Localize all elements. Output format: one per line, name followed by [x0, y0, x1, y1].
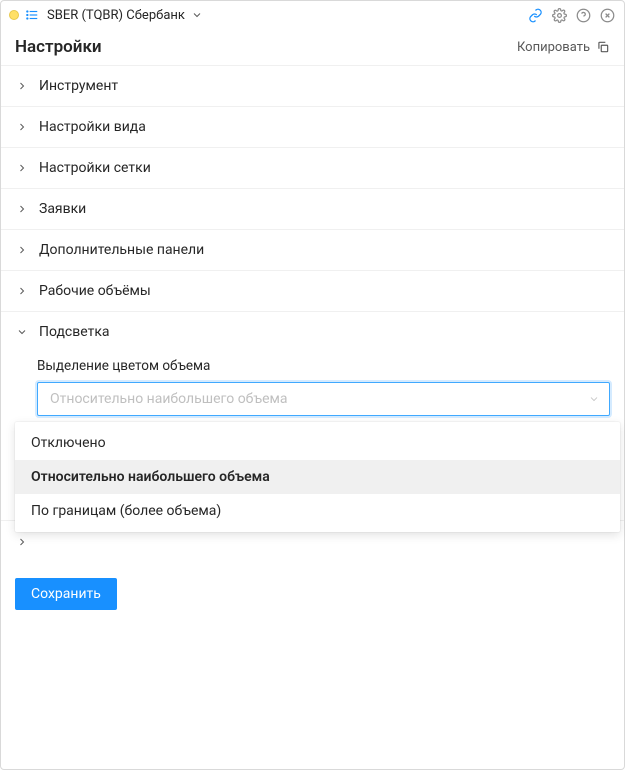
section-label: Инструмент	[39, 78, 118, 94]
select-dropdown: Отключено Относительно наибольшего объем…	[15, 422, 620, 532]
section-header[interactable]: Рабочие объёмы	[1, 271, 624, 311]
save-button[interactable]: Сохранить	[15, 578, 117, 610]
section-header[interactable]: Настройки вида	[1, 107, 624, 147]
section-label: Настройки вида	[39, 119, 146, 135]
field-label: Выделение цветом объема	[37, 358, 610, 374]
chevron-down-icon	[588, 393, 600, 405]
section-working-volumes: Рабочие объёмы	[1, 270, 624, 311]
chevron-right-icon	[15, 162, 29, 174]
section-header[interactable]: Инструмент	[1, 66, 624, 106]
section-header[interactable]: Подсветка	[1, 312, 624, 352]
section-grid-settings: Настройки сетки	[1, 147, 624, 188]
section-orders: Заявки	[1, 188, 624, 229]
chevron-right-icon	[15, 80, 29, 92]
section-label: Подсветка	[39, 324, 110, 340]
select-value: Относительно наибольшего объема	[50, 391, 288, 407]
chevron-right-icon	[15, 536, 29, 548]
section-highlight: Подсветка Выделение цветом объема Относи…	[1, 311, 624, 430]
section-instrument: Инструмент	[1, 65, 624, 106]
gear-icon[interactable]	[550, 6, 568, 24]
section-body: Выделение цветом объема Относительно наи…	[1, 352, 624, 430]
copy-button[interactable]: Копировать	[517, 40, 610, 55]
chevron-right-icon	[15, 244, 29, 256]
section-header[interactable]: Дополнительные панели	[1, 230, 624, 270]
chevron-right-icon	[15, 203, 29, 215]
section-label: Дополнительные панели	[39, 242, 204, 258]
status-dot-icon	[9, 10, 19, 20]
section-header[interactable]: Настройки сетки	[1, 148, 624, 188]
page-title: Настройки	[15, 37, 102, 57]
chevron-down-icon	[15, 326, 29, 338]
select-option[interactable]: Отключено	[15, 426, 620, 460]
list-icon[interactable]	[25, 8, 39, 22]
select-box[interactable]: Относительно наибольшего объема	[37, 382, 610, 416]
section-label: Рабочие объёмы	[39, 283, 151, 299]
help-icon[interactable]	[574, 6, 592, 24]
page-header: Настройки Копировать	[1, 29, 624, 65]
volume-highlight-select[interactable]: Относительно наибольшего объема Отключен…	[37, 382, 610, 416]
select-option[interactable]: Относительно наибольшего объема	[15, 460, 620, 494]
section-view-settings: Настройки вида	[1, 106, 624, 147]
titlebar: SBER (TQBR) Сбербанк	[1, 1, 624, 29]
section-additional-panels: Дополнительные панели	[1, 229, 624, 270]
sections-list: Инструмент Настройки вида Настройки сетк…	[1, 65, 624, 564]
copy-label: Копировать	[517, 40, 590, 55]
close-icon[interactable]	[598, 6, 616, 24]
chevron-down-icon[interactable]	[191, 9, 203, 21]
chevron-right-icon	[15, 285, 29, 297]
section-header[interactable]: Заявки	[1, 189, 624, 229]
select-option[interactable]: По границам (более объема)	[15, 494, 620, 528]
copy-icon	[596, 40, 610, 54]
instrument-title[interactable]: SBER (TQBR) Сбербанк	[47, 8, 185, 23]
link-icon[interactable]	[526, 6, 544, 24]
settings-window: SBER (TQBR) Сбербанк Настройки Копироват…	[0, 0, 625, 770]
section-label: Настройки сетки	[39, 160, 151, 176]
section-label: Заявки	[39, 201, 86, 217]
chevron-right-icon	[15, 121, 29, 133]
